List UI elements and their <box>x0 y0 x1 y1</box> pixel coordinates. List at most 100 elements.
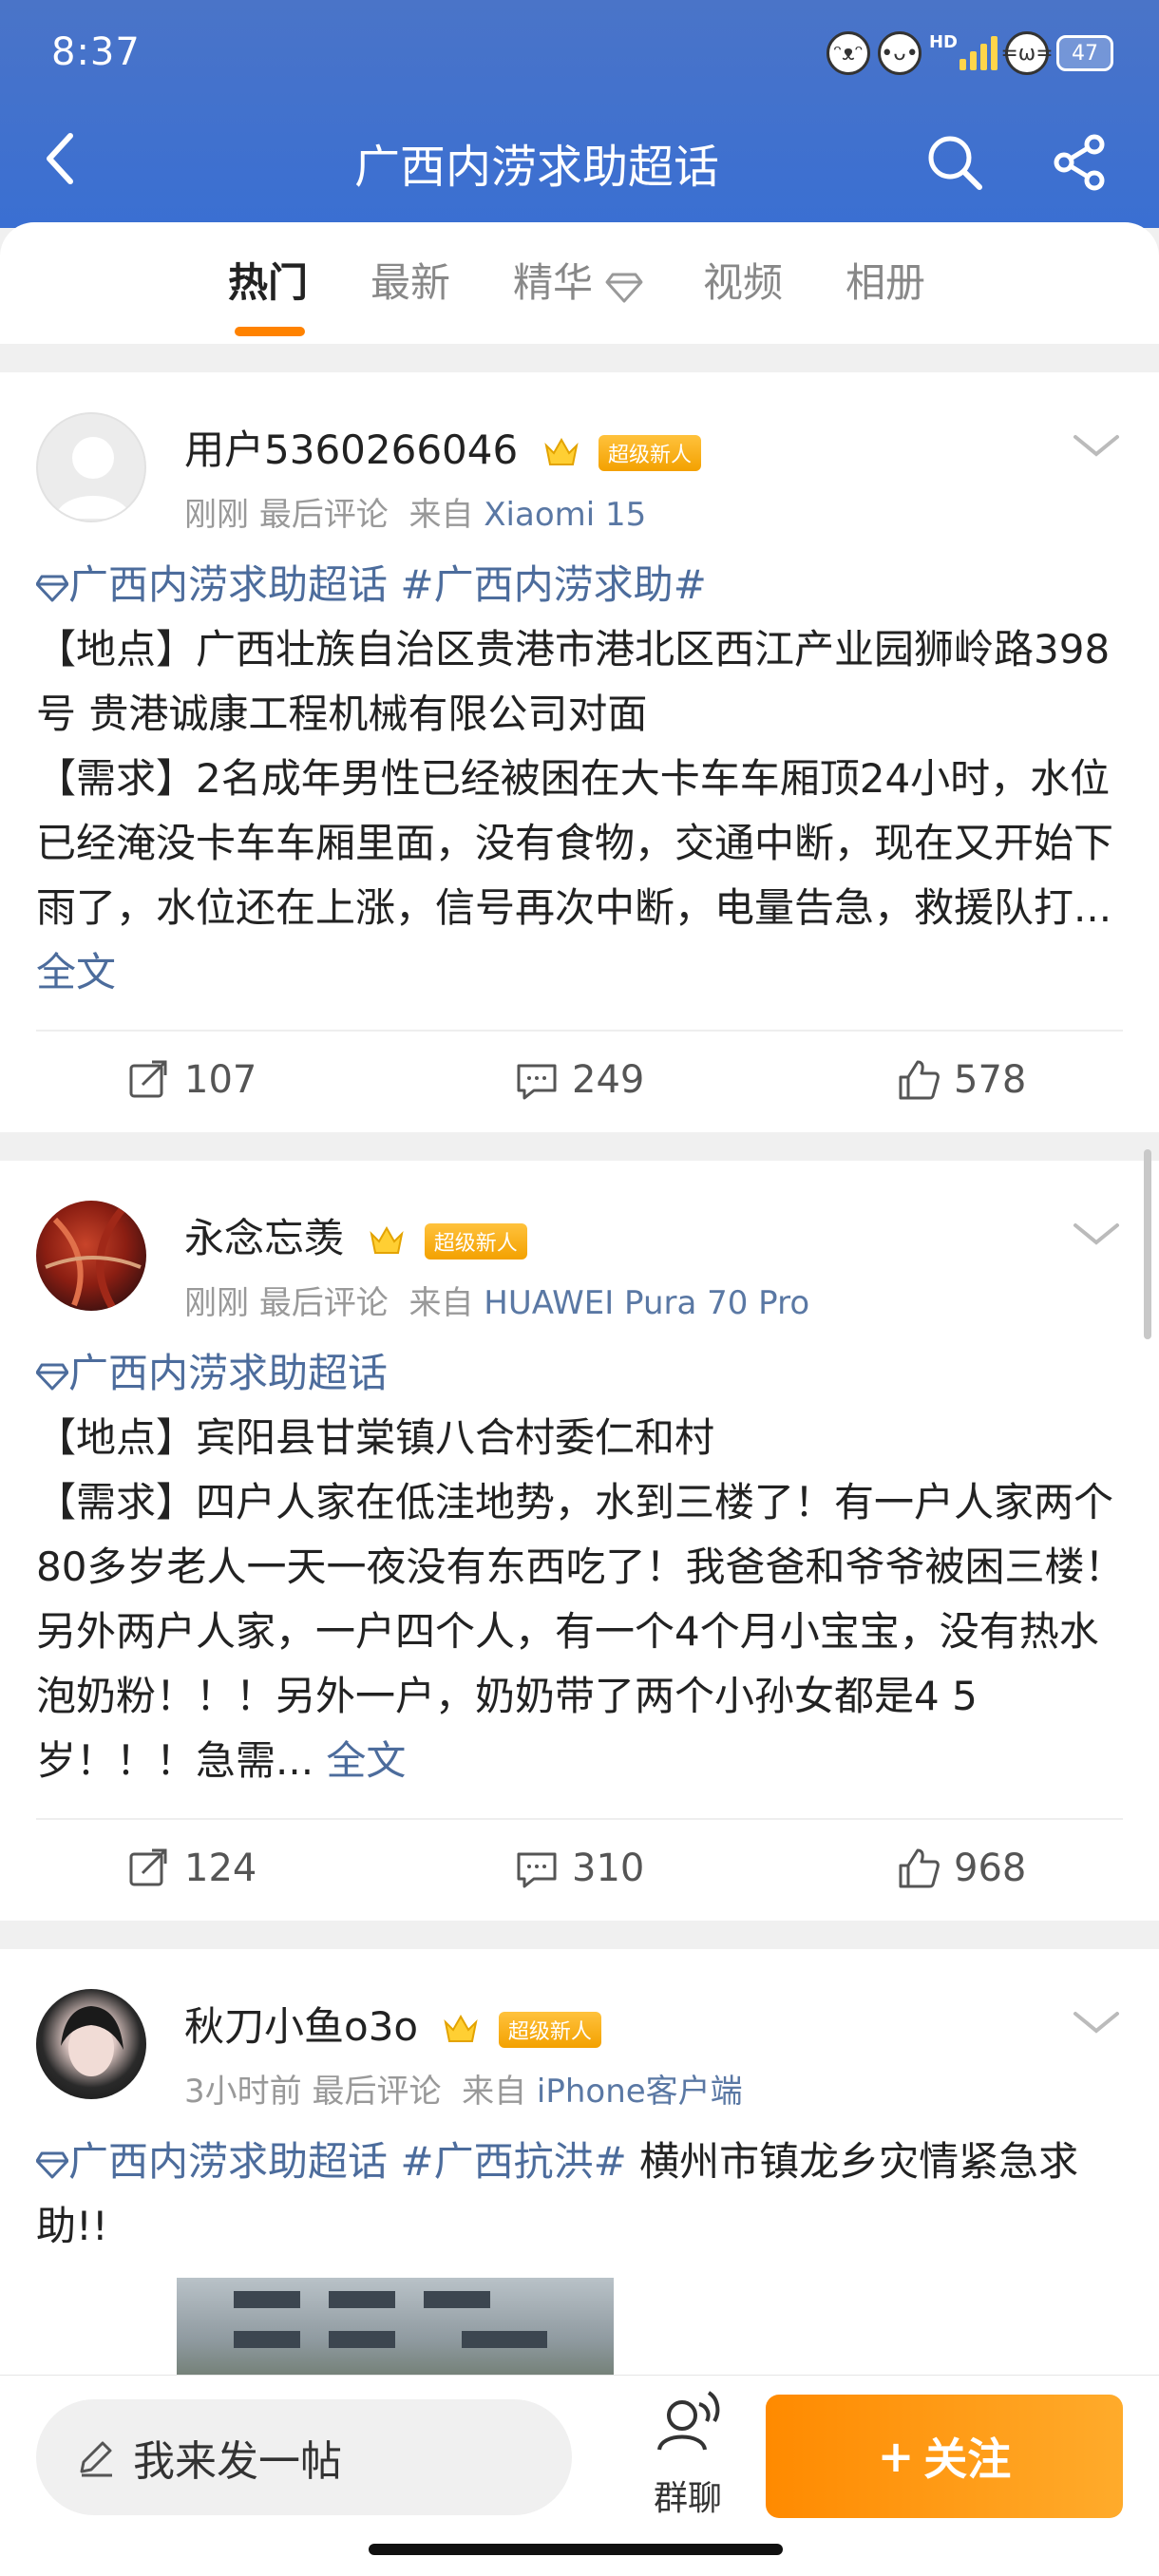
header: 8:37 ᵔᴥᵔ •ᴗ• HD =ω= 47 广西内涝求助超话 <box>0 0 1159 228</box>
status-time: 8:37 <box>51 30 141 74</box>
avatar[interactable] <box>36 1201 146 1311</box>
tab-featured[interactable]: 精华 <box>513 251 643 309</box>
topic-label: 广西内涝求助超话 <box>68 561 389 608</box>
device-name: HUAWEI Pura 70 Pro <box>484 1284 810 1322</box>
topic-link[interactable]: 广西内涝求助超话 <box>35 561 389 608</box>
super-topic-icon <box>35 2151 69 2178</box>
tab-album[interactable]: 相册 <box>846 251 925 309</box>
need-text: 【需求】2名成年男性已经被困在大卡车车厢顶24小时，水位已经淹没卡车车厢里面，没… <box>36 755 1114 931</box>
need-text: 【需求】四户人家在低洼地势，水到三楼了！有一户人家两个80多岁老人一天一夜没有东… <box>36 1479 1125 1784</box>
status-badge: 超级新人 <box>498 2011 601 2048</box>
repost-count: 124 <box>184 1847 257 1890</box>
repost-count: 107 <box>184 1058 257 1102</box>
tab-featured-label: 精华 <box>513 259 594 306</box>
cat-sticker-icon: ᵔᴥᵔ <box>826 31 870 75</box>
plus-icon: + <box>877 2431 915 2482</box>
repost-button[interactable]: 107 <box>127 1058 256 1102</box>
like-count: 968 <box>954 1847 1027 1890</box>
like-button[interactable]: 968 <box>897 1847 1026 1890</box>
repost-icon <box>129 1848 167 1886</box>
thumbs-up-icon <box>899 1848 940 1888</box>
member-crown-icon <box>444 2014 479 2042</box>
username-text: 秋刀小鱼o3o <box>184 2003 419 2050</box>
from-label: 来自 <box>408 496 474 534</box>
last-comment-label: 最后评论 <box>312 2073 442 2111</box>
avatar-image <box>61 2006 124 2076</box>
like-button[interactable]: 578 <box>897 1058 1026 1102</box>
username[interactable]: 秋刀小鱼o3o 超级新人 <box>184 1995 601 2053</box>
share-button[interactable] <box>1047 129 1113 196</box>
divider <box>36 1030 1123 1032</box>
divider <box>36 1818 1123 1820</box>
post-text: 广西内涝求助超话 #广西内涝求助# 【地点】广西壮族自治区贵港市港北区西江产业园… <box>35 553 1129 1005</box>
avatar[interactable] <box>36 1989 146 2099</box>
search-icon <box>928 136 982 190</box>
chevron-down-icon[interactable] <box>1068 2004 1125 2042</box>
comment-button[interactable]: 310 <box>515 1847 644 1890</box>
chevron-down-icon[interactable] <box>1068 1216 1125 1254</box>
post-time: 刚刚 <box>184 1284 249 1322</box>
post-meta: 刚刚 最后评论 来自 HUAWEI Pura 70 Pro <box>184 1277 809 1323</box>
device-name: iPhone客户端 <box>536 2073 743 2111</box>
group-chat-icon <box>657 2391 720 2451</box>
search-button[interactable] <box>922 129 988 196</box>
read-more-link[interactable]: 全文 <box>326 1737 406 1784</box>
from-label: 来自 <box>408 1284 474 1322</box>
member-crown-icon <box>370 1225 405 1254</box>
username[interactable]: 用户5360266046 超级新人 <box>184 418 701 476</box>
tab-video[interactable]: 视频 <box>703 251 783 309</box>
like-count: 578 <box>954 1058 1027 1102</box>
compose-post-button[interactable]: 我来发一帖 <box>36 2399 572 2515</box>
page-title: 广西内涝求助超话 <box>353 141 719 194</box>
status-badge: 超级新人 <box>424 1222 527 1260</box>
home-indicator[interactable] <box>369 2544 783 2555</box>
username-text: 永念忘羡 <box>184 1215 345 1261</box>
hashtag-link[interactable]: #广西抗洪# <box>400 2138 626 2185</box>
username-text: 用户5360266046 <box>184 426 519 473</box>
avatar[interactable] <box>36 412 146 522</box>
comment-icon <box>517 1064 557 1100</box>
signal-icon <box>960 36 998 70</box>
repost-icon <box>129 1060 167 1098</box>
read-more-link[interactable]: 全文 <box>36 949 116 995</box>
post-meta: 刚刚 最后评论 来自 Xiaomi 15 <box>184 488 646 535</box>
status-badge: 超级新人 <box>598 434 701 471</box>
member-crown-icon <box>543 437 579 465</box>
scrollbar[interactable] <box>1144 1149 1151 1339</box>
post-text: 广西内涝求助超话 【地点】宾阳县甘棠镇八合村委仁和村 【需求】四户人家在低洼地势… <box>35 1341 1129 1793</box>
topic-link[interactable]: 广西内涝求助超话 <box>35 1350 389 1396</box>
post-card[interactable]: 永念忘羡 超级新人 刚刚 最后评论 来自 HUAWEI Pura 70 Pro … <box>0 1161 1159 1921</box>
tab-latest[interactable]: 最新 <box>370 251 450 309</box>
avatar-image <box>45 1207 142 1309</box>
post-time: 3小时前 <box>184 2073 302 2111</box>
post-text: 广西内涝求助超话 #广西抗洪# 横州市镇龙乡灾情紧急求助!! <box>35 2130 1129 2259</box>
group-chat-button[interactable]: 群聊 <box>631 2389 745 2531</box>
repost-button[interactable]: 124 <box>127 1847 256 1890</box>
battery-level: 47 <box>1072 41 1098 66</box>
post-image[interactable] <box>177 2278 614 2382</box>
device-name: Xiaomi 15 <box>484 496 647 534</box>
compose-label: 我来发一帖 <box>133 2437 342 2486</box>
follow-button[interactable]: + 关注 <box>766 2395 1123 2518</box>
post-meta: 3小时前 最后评论 来自 iPhone客户端 <box>184 2065 743 2112</box>
thumbs-up-icon <box>899 1060 940 1100</box>
comment-button[interactable]: 249 <box>515 1058 644 1102</box>
topic-link[interactable]: 广西内涝求助超话 <box>35 2138 388 2185</box>
share-icon <box>1054 134 1105 191</box>
from-label: 来自 <box>462 2073 527 2111</box>
tab-hot[interactable]: 热门 <box>228 251 308 309</box>
username[interactable]: 永念忘羡 超级新人 <box>184 1206 527 1264</box>
chevron-down-icon[interactable] <box>1068 427 1125 465</box>
battery-icon: 47 <box>1056 35 1113 71</box>
post-card[interactable]: 用户5360266046 超级新人 刚刚 最后评论 来自 Xiaomi 15 广… <box>0 372 1159 1132</box>
super-topic-icon <box>35 575 69 601</box>
post-time: 刚刚 <box>184 496 249 534</box>
post-card[interactable]: 秋刀小鱼o3o 超级新人 3小时前 最后评论 来自 iPhone客户端 广西内涝… <box>0 1949 1159 2386</box>
comment-count: 249 <box>572 1058 645 1102</box>
topic-label: 广西内涝求助超话 <box>68 1350 389 1396</box>
hashtag-link[interactable]: #广西内涝求助# <box>400 561 706 608</box>
location-text: 【地点】宾阳县甘棠镇八合村委仁和村 <box>36 1414 715 1461</box>
active-tab-indicator <box>235 327 305 336</box>
last-comment-label: 最后评论 <box>258 496 389 534</box>
cat-sticker-2-icon: =ω= <box>1000 31 1054 75</box>
